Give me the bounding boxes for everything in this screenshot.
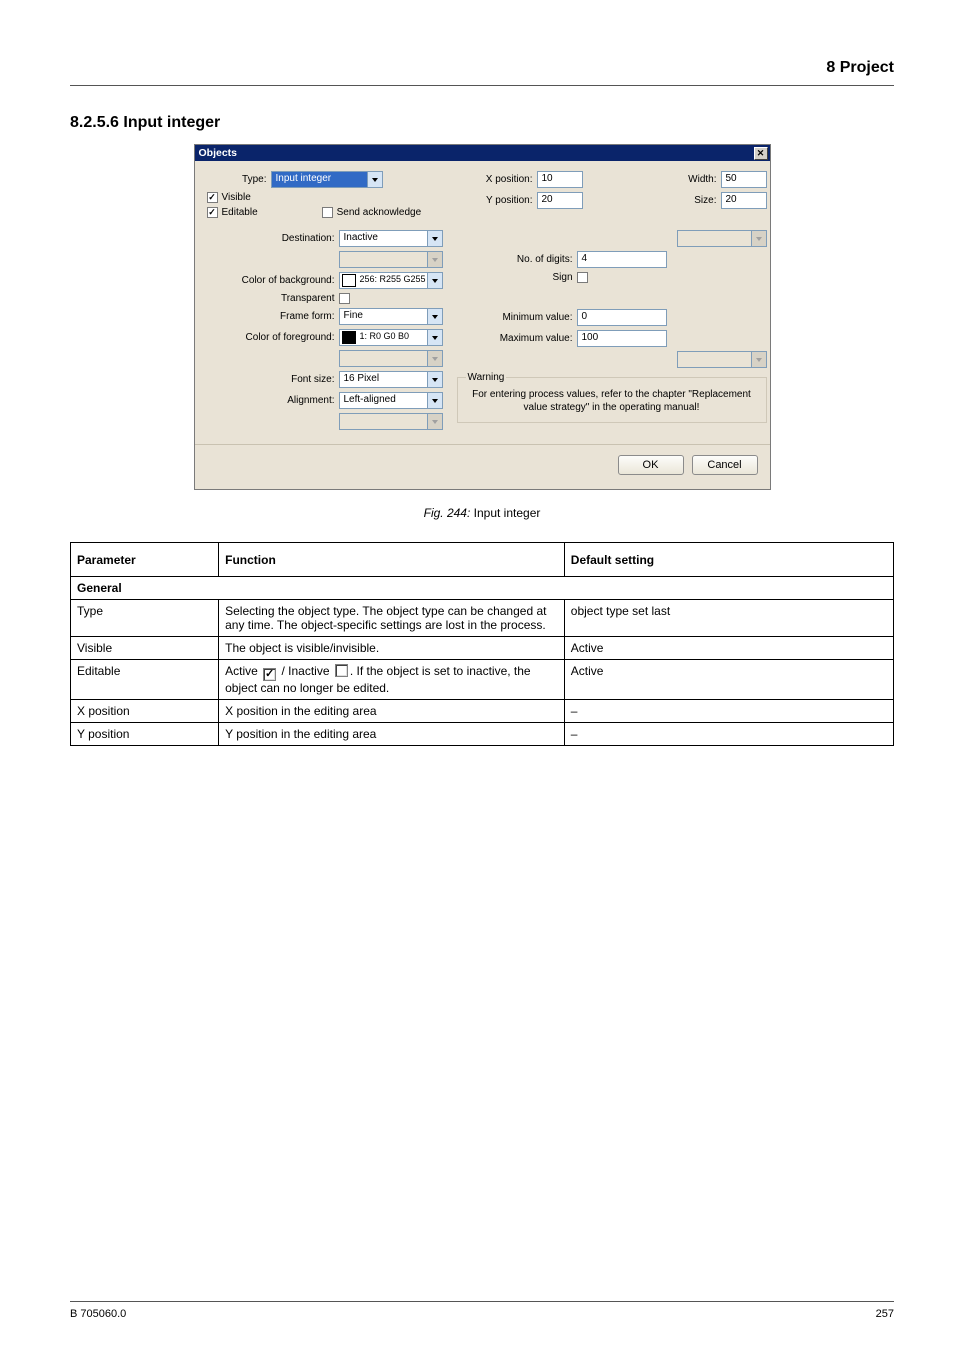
chevron-down-icon — [427, 351, 442, 366]
warning-group: Warning For entering process values, ref… — [457, 372, 767, 423]
fontsize-select[interactable]: 16 Pixel — [339, 371, 443, 388]
bg-swatch — [342, 274, 356, 287]
chevron-down-icon — [751, 352, 766, 367]
table-row: Visible The object is visible/invisible.… — [71, 637, 894, 660]
destination-select[interactable]: Inactive — [339, 230, 443, 247]
dialog-titlebar: Objects ✕ — [195, 145, 770, 161]
section-heading: 8.2.5.6 Input integer — [70, 114, 894, 132]
warning-text: For entering process values, refer to th… — [466, 389, 758, 414]
label-frameform: Frame form: — [207, 311, 339, 322]
editable-checkbox[interactable] — [207, 207, 218, 218]
table-section-general: General — [71, 577, 894, 600]
checked-icon — [263, 668, 276, 681]
table-row: X position X position in the editing are… — [71, 700, 894, 723]
chevron-down-icon — [427, 414, 442, 429]
table-row: Type Selecting the object type. The obje… — [71, 600, 894, 637]
label-maxval: Maximum value: — [457, 333, 577, 344]
figure-number: Fig. 244: — [424, 506, 471, 520]
label-ypos: Y position: — [457, 195, 537, 206]
table-row: Editable Active / Inactive . If the obje… — [71, 660, 894, 700]
editable-func-cell: Active / Inactive . If the object is set… — [219, 660, 565, 700]
chevron-down-icon[interactable] — [427, 330, 442, 345]
col-function: Function — [219, 543, 565, 577]
alignment-select[interactable]: Left-aligned — [339, 392, 443, 409]
label-sign: Sign — [457, 272, 577, 283]
fg-swatch — [342, 331, 356, 344]
chevron-down-icon — [751, 231, 766, 246]
width-input[interactable]: 50 — [721, 171, 767, 188]
destination-sub-select — [339, 251, 443, 268]
label-visible: Visible — [222, 192, 251, 203]
label-colbg: Color of background: — [207, 275, 339, 286]
label-alignment: Alignment: — [207, 395, 339, 406]
warning-legend: Warning — [466, 372, 507, 383]
disabled-select-2 — [677, 351, 767, 368]
label-colfg: Color of foreground: — [207, 332, 339, 343]
visible-checkbox[interactable] — [207, 192, 218, 203]
xpos-input[interactable]: 10 — [537, 171, 583, 188]
label-transparent: Transparent — [207, 293, 339, 304]
label-width: Width: — [677, 174, 721, 185]
chevron-down-icon[interactable] — [367, 172, 382, 187]
label-destination: Destination: — [207, 233, 339, 244]
chevron-down-icon — [427, 252, 442, 267]
label-sendack: Send acknowledge — [337, 207, 422, 218]
chevron-down-icon[interactable] — [427, 309, 442, 324]
parameter-table: Parameter Function Default setting Gener… — [70, 542, 894, 746]
sendack-checkbox[interactable] — [322, 207, 333, 218]
chevron-down-icon[interactable] — [427, 393, 442, 408]
maxval-input[interactable]: 100 — [577, 330, 667, 347]
colfg-sub-select — [339, 350, 443, 367]
label-minval: Minimum value: — [457, 312, 577, 323]
chevron-down-icon[interactable] — [427, 273, 442, 288]
footer-page: 257 — [876, 1308, 894, 1320]
label-type: Type: — [207, 174, 271, 185]
color-bg-select[interactable]: 256: R255 G255 B255 — [339, 272, 443, 289]
label-xpos: X position: — [457, 174, 537, 185]
chevron-down-icon[interactable] — [427, 372, 442, 387]
nodigits-input[interactable]: 4 — [577, 251, 667, 268]
figure-title: Input integer — [474, 506, 541, 520]
label-fontsize: Font size: — [207, 374, 339, 385]
ypos-input[interactable]: 20 — [537, 192, 583, 209]
label-nodigits: No. of digits: — [457, 254, 577, 265]
label-editable: Editable — [222, 207, 258, 218]
transparent-checkbox[interactable] — [339, 293, 350, 304]
figure-caption: Fig. 244: Input integer — [70, 506, 894, 520]
size-input[interactable]: 20 — [721, 192, 767, 209]
chevron-down-icon[interactable] — [427, 231, 442, 246]
header-section: 8 Project — [826, 59, 894, 77]
objects-dialog: Objects ✕ Type: Input integer — [194, 144, 771, 490]
ok-button[interactable]: OK — [618, 455, 684, 475]
cancel-button[interactable]: Cancel — [692, 455, 758, 475]
color-fg-select[interactable]: 1: R0 G0 B0 — [339, 329, 443, 346]
disabled-select-1 — [677, 230, 767, 247]
col-default: Default setting — [564, 543, 893, 577]
close-icon[interactable]: ✕ — [754, 147, 768, 160]
col-parameter: Parameter — [71, 543, 219, 577]
minval-input[interactable]: 0 — [577, 309, 667, 326]
alignment-sub-select — [339, 413, 443, 430]
table-row: Y position Y position in the editing are… — [71, 723, 894, 746]
unchecked-icon — [335, 664, 348, 677]
dialog-title: Objects — [199, 147, 238, 159]
frameform-select[interactable]: Fine — [339, 308, 443, 325]
sign-checkbox[interactable] — [577, 272, 588, 283]
label-size: Size: — [677, 195, 721, 206]
footer-docid: B 705060.0 — [70, 1308, 126, 1320]
type-select[interactable]: Input integer — [271, 171, 383, 188]
